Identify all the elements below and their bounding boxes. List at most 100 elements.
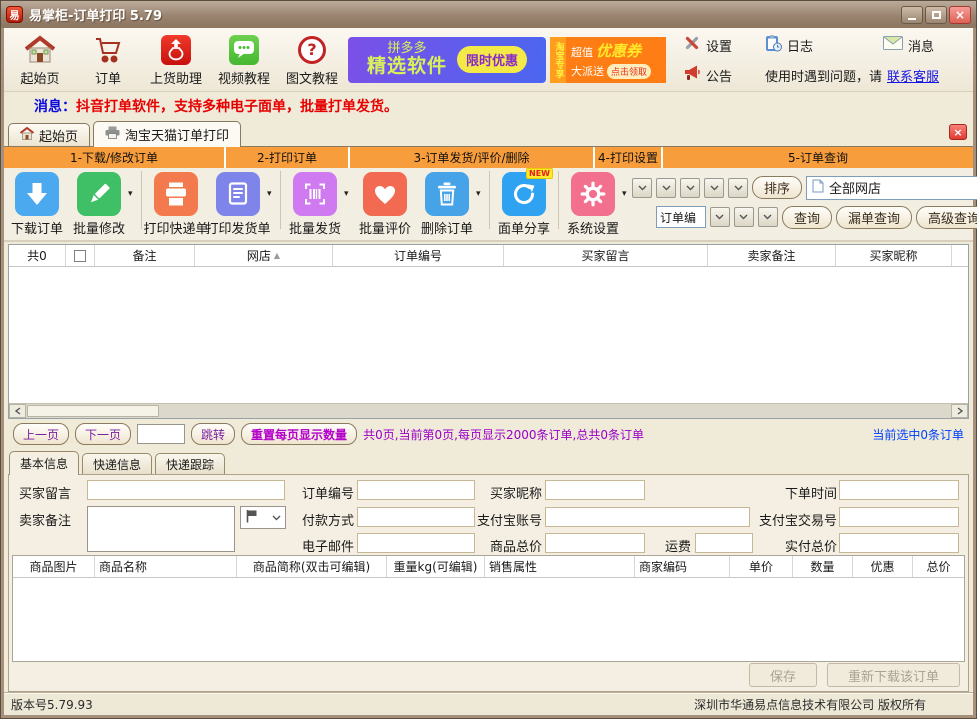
tab-express-tracking[interactable]: 快递跟踪 xyxy=(155,453,225,474)
print-invoice-button[interactable]: 打印发货单 xyxy=(207,172,269,237)
log-link[interactable]: 日志 xyxy=(765,34,883,56)
toolbar-item-video-tutorial[interactable]: 视频教程 xyxy=(212,33,276,87)
horizontal-scrollbar[interactable] xyxy=(9,403,968,418)
order-no-field[interactable] xyxy=(357,480,475,500)
column-discount[interactable]: 优惠 xyxy=(853,556,913,577)
jump-button[interactable]: 跳转 xyxy=(191,423,235,445)
query-field-select[interactable]: 订单编 xyxy=(656,206,706,228)
shop-select[interactable]: 全部网店 xyxy=(806,176,977,200)
home-tab-icon xyxy=(20,127,34,144)
alipay-account-field[interactable] xyxy=(545,507,750,527)
flag-select[interactable] xyxy=(240,506,286,529)
tab-basic-info[interactable]: 基本信息 xyxy=(9,451,79,475)
column-shop[interactable]: 网店 ▲ xyxy=(195,245,333,266)
filter-dropdown[interactable] xyxy=(704,178,724,198)
filter-dropdown[interactable] xyxy=(710,207,730,227)
batch-review-button[interactable]: 批量评价 xyxy=(354,172,416,237)
tab-taobao-order-print[interactable]: 淘宝天猫订单打印 xyxy=(93,121,241,147)
batch-ship-dropdown-caret[interactable]: ▾ xyxy=(344,189,354,199)
redownload-order-button[interactable]: 重新下载该订单 xyxy=(827,663,960,687)
advanced-query-button[interactable]: 高级查询 xyxy=(916,206,977,229)
column-seller-remark[interactable]: 卖家备注 xyxy=(708,245,836,266)
goods-total-field[interactable] xyxy=(545,533,645,553)
announcement-link[interactable]: 公告 xyxy=(683,65,765,85)
settings-link[interactable]: 设置 xyxy=(683,34,765,56)
pdd-promo-banner[interactable]: 拼多多 精选软件 限时优惠 xyxy=(348,37,546,83)
minimize-icon xyxy=(908,18,916,20)
toolbar-item-upload-assistant[interactable]: 上货助理 xyxy=(144,33,208,87)
batch-modify-button[interactable]: 批量修改 xyxy=(68,172,130,237)
tab-home[interactable]: 起始页 xyxy=(8,123,90,146)
system-settings-button[interactable]: 系统设置 xyxy=(562,172,624,237)
order-table-body[interactable] xyxy=(9,267,968,403)
scrollbar-thumb[interactable] xyxy=(27,405,159,417)
batch-ship-button[interactable]: 批量发货 xyxy=(284,172,346,237)
toolbar-item-label: 视频教程 xyxy=(218,68,270,87)
message-bar: 消息： 抖音打单软件，支持多种电子面单，批量打单发货。 xyxy=(4,92,973,120)
tab-close-button[interactable]: × xyxy=(949,124,967,140)
waybill-share-button[interactable]: NEW 面单分享 xyxy=(493,172,555,237)
prev-page-button[interactable]: 上一页 xyxy=(13,423,69,445)
scroll-right-button[interactable] xyxy=(951,404,968,418)
toolbar-item-orders[interactable]: 订单 xyxy=(76,33,140,87)
column-product-image[interactable]: 商品图片 xyxy=(13,556,95,577)
message-link[interactable]: 消息 xyxy=(883,36,965,55)
buyer-nick-field[interactable] xyxy=(545,480,645,500)
scroll-left-button[interactable] xyxy=(9,404,26,418)
filter-dropdown[interactable] xyxy=(734,207,754,227)
new-badge: NEW xyxy=(526,168,553,179)
column-total-price[interactable]: 总价 xyxy=(913,556,964,577)
filter-dropdown[interactable] xyxy=(656,178,676,198)
column-product-short-name[interactable]: 商品简称(双击可编辑) xyxy=(237,556,387,577)
buyer-message-field[interactable] xyxy=(87,480,285,500)
contact-support-link[interactable]: 联系客服 xyxy=(887,66,939,85)
filter-dropdown[interactable] xyxy=(758,207,778,227)
maximize-button[interactable] xyxy=(925,6,947,24)
seller-remark-label: 卖家备注 xyxy=(19,510,71,529)
column-quantity[interactable]: 数量 xyxy=(793,556,853,577)
home-icon xyxy=(25,33,55,67)
paid-total-field[interactable] xyxy=(839,533,959,553)
alipay-trade-no-field[interactable] xyxy=(839,507,959,527)
shipping-fee-field[interactable] xyxy=(695,533,753,553)
delete-orders-button[interactable]: 删除订单 xyxy=(416,172,478,237)
select-all-checkbox[interactable] xyxy=(74,250,86,262)
reset-page-size-button[interactable]: 重置每页显示数量 xyxy=(241,423,357,445)
email-field[interactable] xyxy=(357,533,475,553)
column-product-name[interactable]: 商品名称 xyxy=(95,556,237,577)
filter-dropdown[interactable] xyxy=(632,178,652,198)
next-page-button[interactable]: 下一页 xyxy=(75,423,131,445)
page-number-input[interactable] xyxy=(137,424,185,444)
download-orders-button[interactable]: 下载订单 xyxy=(6,172,68,237)
column-sale-attrs[interactable]: 销售属性 xyxy=(485,556,635,577)
missed-order-query-button[interactable]: 漏单查询 xyxy=(836,206,912,229)
column-remark[interactable]: 备注 xyxy=(95,245,195,266)
sort-button[interactable]: 排序 xyxy=(752,176,802,199)
column-buyer-message[interactable]: 买家留言 xyxy=(504,245,708,266)
filter-dropdown[interactable] xyxy=(680,178,700,198)
select-all-cell[interactable] xyxy=(66,245,95,266)
product-table-body[interactable] xyxy=(13,578,964,661)
close-button[interactable]: × xyxy=(949,6,971,24)
minimize-button[interactable] xyxy=(901,6,923,24)
column-unit-price[interactable]: 单价 xyxy=(730,556,793,577)
batch-modify-dropdown-caret[interactable]: ▾ xyxy=(128,189,138,199)
taobao-coupon-banner[interactable]: 淘宝专享 超值 优惠券 大派送 点击领取 xyxy=(550,37,666,83)
column-merchant-code[interactable]: 商家编码 xyxy=(635,556,730,577)
delete-orders-dropdown-caret[interactable]: ▾ xyxy=(476,189,486,199)
print-invoice-dropdown-caret[interactable]: ▾ xyxy=(267,189,277,199)
print-express-button[interactable]: 打印快递单 xyxy=(145,172,207,237)
column-order-no[interactable]: 订单编号 xyxy=(333,245,504,266)
search-button[interactable]: 查询 xyxy=(782,206,832,229)
save-button[interactable]: 保存 xyxy=(749,663,817,687)
column-buyer-nick[interactable]: 买家昵称 xyxy=(836,245,952,266)
order-time-field[interactable] xyxy=(839,480,959,500)
toolbar-item-doc-tutorial[interactable]: ? 图文教程 xyxy=(280,33,344,87)
system-settings-dropdown-caret[interactable]: ▾ xyxy=(622,189,632,199)
filter-dropdown[interactable] xyxy=(728,178,748,198)
pay-method-field[interactable] xyxy=(357,507,475,527)
tab-express-info[interactable]: 快递信息 xyxy=(82,453,152,474)
column-weight[interactable]: 重量kg(可编辑) xyxy=(387,556,485,577)
toolbar-item-home[interactable]: 起始页 xyxy=(8,33,72,87)
seller-remark-area[interactable] xyxy=(87,506,235,552)
